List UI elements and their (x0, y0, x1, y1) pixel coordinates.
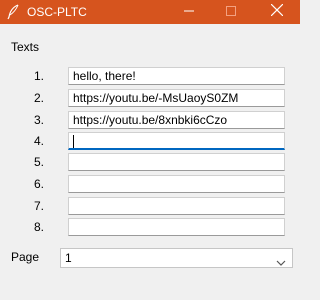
maximize-button[interactable] (208, 0, 254, 24)
text-entry-5[interactable] (68, 153, 285, 171)
text-entry-8[interactable] (68, 218, 285, 236)
feather-icon (6, 4, 20, 20)
text-entry-2[interactable]: https://youtu.be/-MsUaoyS0ZM (68, 89, 285, 107)
close-button[interactable] (254, 0, 300, 24)
row-number-4: 4. (33, 134, 44, 148)
minimize-button[interactable] (166, 0, 212, 24)
chevron-down-icon[interactable] (276, 254, 286, 266)
close-icon (270, 3, 284, 21)
texts-section-label: Texts (11, 40, 40, 54)
row-number-6: 6. (33, 177, 44, 191)
text-entry-1[interactable]: hello, there! (68, 67, 285, 85)
window-title: OSC-PLTC (27, 5, 87, 19)
text-entry-3[interactable]: https://youtu.be/8xnbki6cCzo (68, 111, 285, 129)
row-number-2: 2. (33, 91, 44, 105)
row-number-5: 5. (33, 155, 44, 169)
text-entry-7[interactable] (68, 197, 285, 215)
title-bar[interactable]: OSC-PLTC (0, 0, 300, 24)
page-select[interactable]: 1 (60, 248, 293, 268)
row-number-3: 3. (33, 113, 44, 127)
text-entry-4[interactable] (68, 132, 285, 150)
row-number-8: 8. (33, 220, 44, 234)
page-label: Page (11, 250, 40, 264)
maximize-icon (226, 3, 236, 21)
row-number-1: 1. (33, 69, 44, 83)
text-caret (73, 135, 74, 148)
row-number-7: 7. (33, 199, 44, 213)
minimize-icon (184, 3, 194, 21)
page-select-value: 1 (65, 251, 72, 265)
text-entry-6[interactable] (68, 175, 285, 193)
